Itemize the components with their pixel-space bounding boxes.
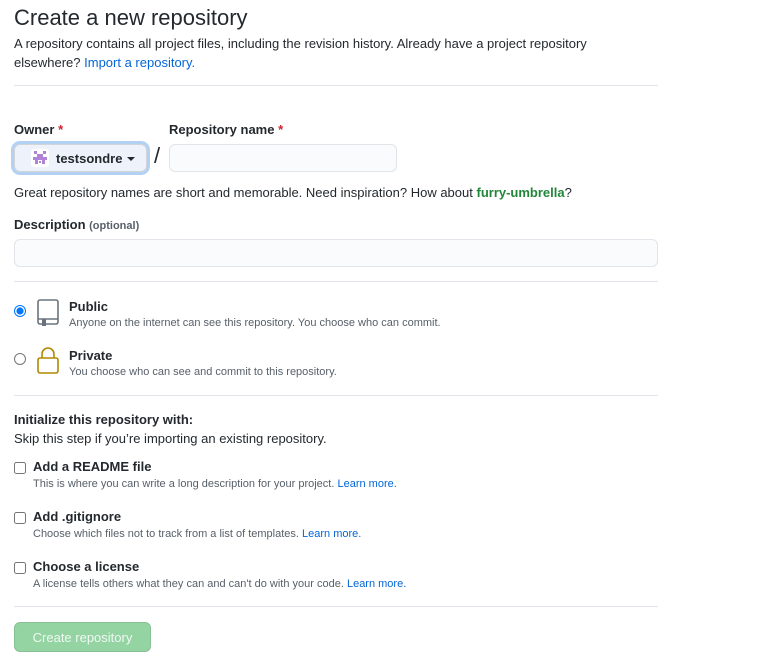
owner-repo-separator: /: [154, 143, 161, 168]
readme-option-title[interactable]: Add a README file: [33, 459, 151, 474]
repository-name-label: Repository name *: [169, 122, 284, 137]
repository-name-input[interactable]: [169, 144, 397, 172]
readme-option-desc: This is where you can write a long descr…: [33, 478, 397, 490]
gitignore-learn-more-link[interactable]: Learn more.: [302, 528, 361, 540]
divider: [14, 281, 658, 282]
private-option-title[interactable]: Private: [69, 348, 112, 363]
license-option-title[interactable]: Choose a license: [33, 559, 139, 574]
initialize-heading: Initialize this repository with:: [14, 412, 194, 427]
create-repository-button[interactable]: Create repository: [14, 622, 151, 652]
caret-down-icon: [127, 157, 136, 161]
lock-icon: [37, 347, 59, 374]
private-radio[interactable]: [14, 353, 26, 365]
name-suggestion-hint: Great repository names are short and mem…: [14, 185, 572, 200]
repo-icon: [37, 299, 59, 326]
public-radio[interactable]: [14, 305, 26, 317]
license-option-desc: A license tells others what they can and…: [33, 578, 407, 590]
required-mark: *: [58, 122, 64, 137]
readme-checkbox[interactable]: [14, 462, 26, 474]
description-input[interactable]: [14, 239, 658, 267]
suggested-name[interactable]: furry-umbrella: [476, 185, 564, 200]
gitignore-checkbox[interactable]: [14, 512, 26, 524]
import-repository-link[interactable]: Import a repository.: [84, 55, 195, 70]
owner-name: testsondre: [56, 150, 123, 166]
gitignore-option-desc: Choose which files not to track from a l…: [33, 528, 362, 540]
initialize-subtitle: Skip this step if you’re importing an ex…: [14, 431, 327, 446]
owner-avatar-icon: [31, 149, 49, 167]
page-title: Create a new repository: [14, 5, 248, 30]
divider: [14, 606, 658, 607]
gitignore-option-title[interactable]: Add .gitignore: [33, 509, 121, 524]
page-subhead: A repository contains all project files,…: [14, 34, 654, 72]
optional-tag: (optional): [89, 220, 140, 232]
readme-learn-more-link[interactable]: Learn more.: [337, 478, 396, 490]
license-learn-more-link[interactable]: Learn more.: [347, 578, 406, 590]
description-label: Description (optional): [14, 217, 140, 232]
owner-label: Owner *: [14, 122, 64, 137]
divider: [14, 85, 658, 86]
public-option-desc: Anyone on the internet can see this repo…: [69, 317, 441, 329]
public-option-title[interactable]: Public: [69, 299, 108, 314]
required-mark: *: [278, 122, 284, 137]
owner-dropdown-button[interactable]: testsondre: [14, 144, 147, 172]
divider: [14, 395, 658, 396]
private-option-desc: You choose who can see and commit to thi…: [69, 366, 337, 378]
license-checkbox[interactable]: [14, 562, 26, 574]
